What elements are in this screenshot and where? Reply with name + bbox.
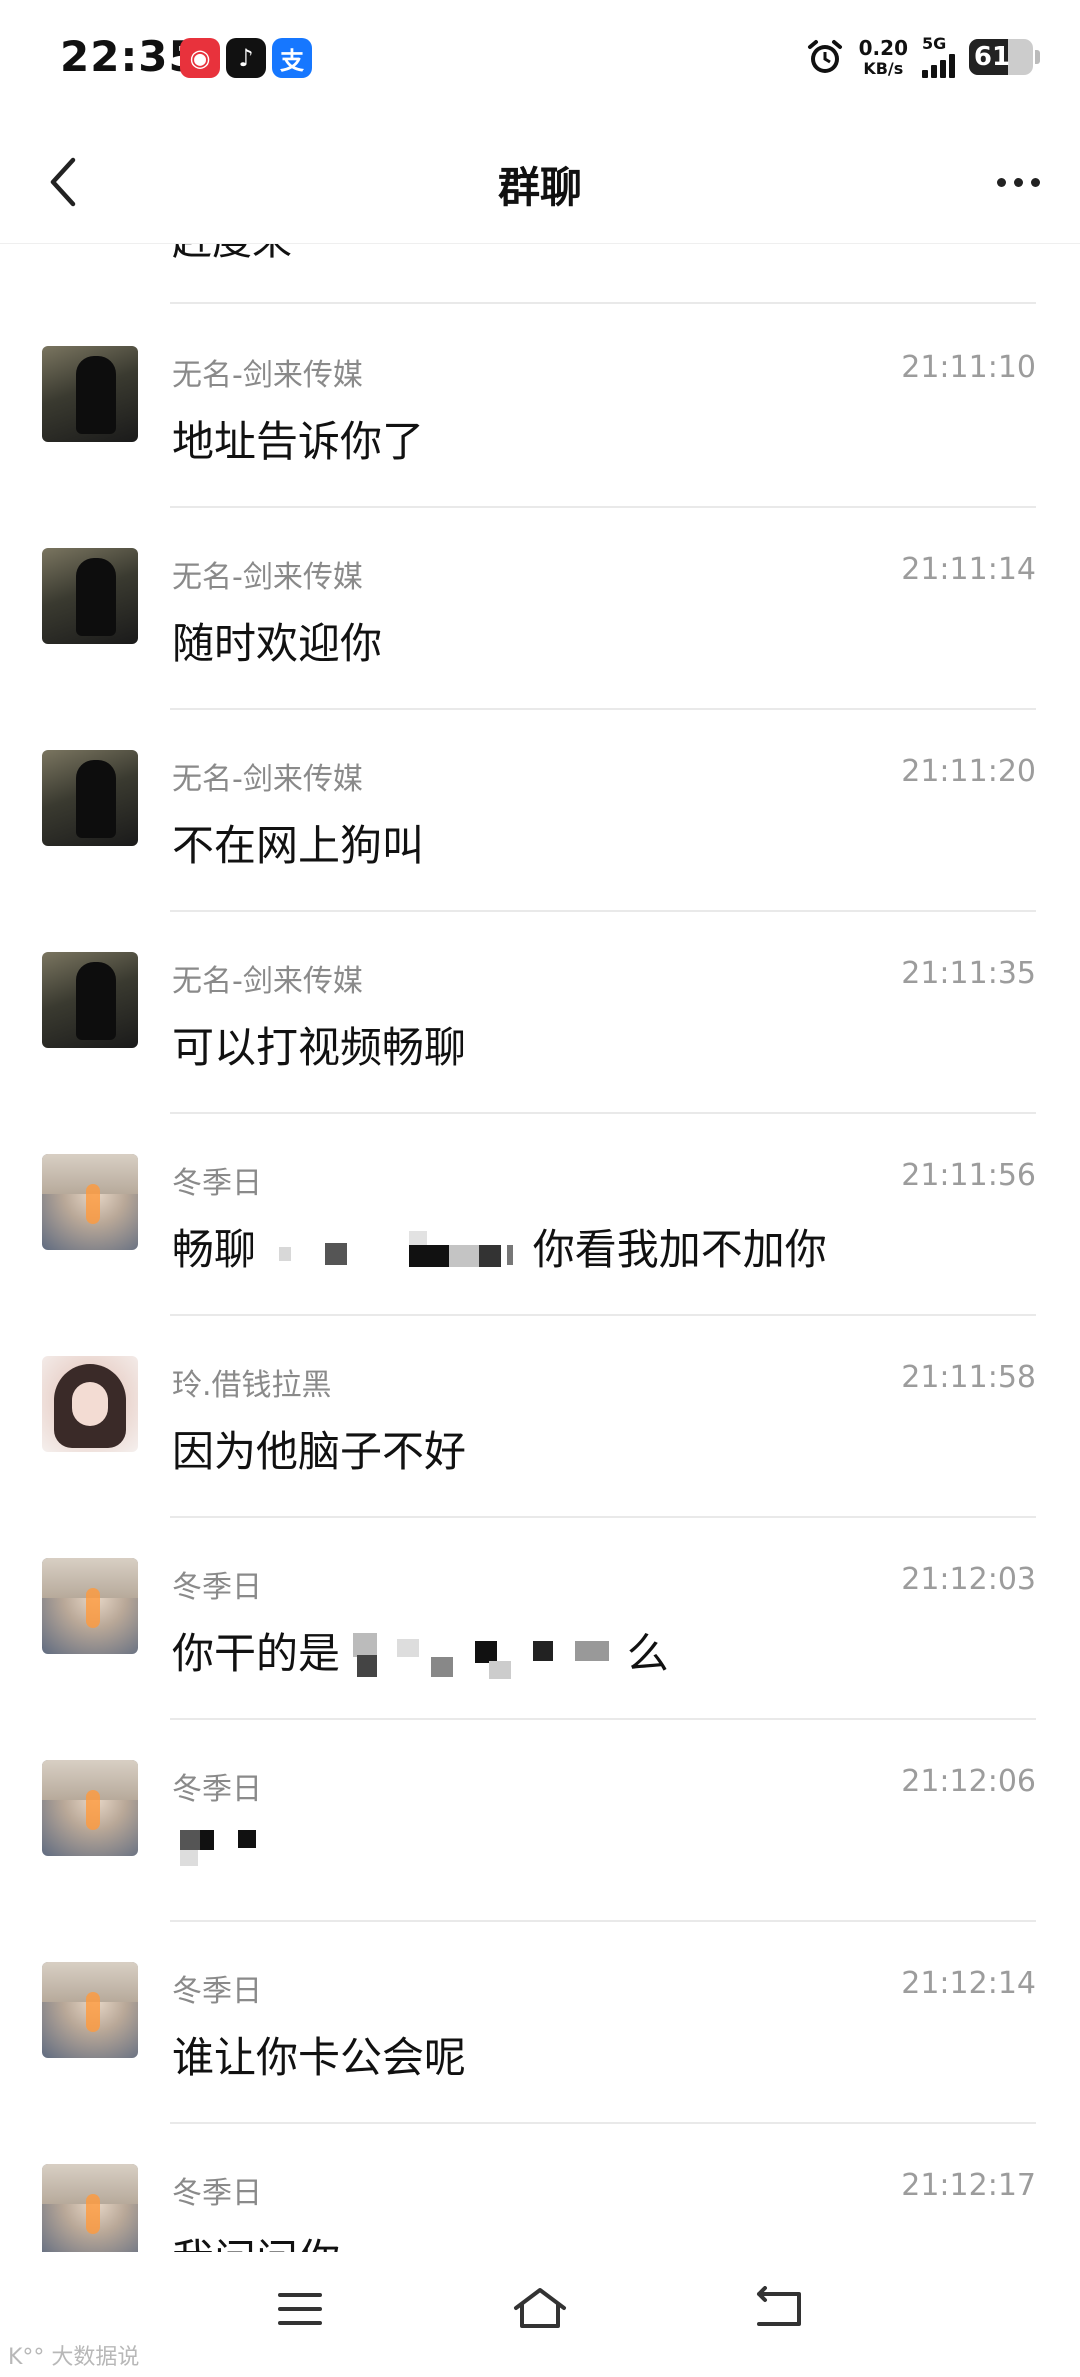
message-text: 因为他脑子不好 (172, 1427, 467, 1476)
home-button[interactable] (500, 2274, 580, 2344)
avatar[interactable] (42, 1356, 138, 1452)
message-text: 我问问你 (172, 2226, 340, 2252)
more-dot (1013, 177, 1023, 187)
title-bar: 群聊 (0, 120, 1080, 244)
message-text: 不在网上狗叫 (172, 821, 425, 870)
message-time: 21:11:14 (901, 552, 1036, 587)
tiktok-icon: ♪ (226, 38, 266, 78)
message-item[interactable]: 无名-剑来传媒 21:11:35 可以打视频畅聊 (0, 910, 1080, 1112)
alipay-icon: 支 (272, 38, 312, 78)
message-time: 21:11:35 (901, 956, 1036, 991)
message-item[interactable]: 冬季日 21:12:03 你干的是 么 (0, 1516, 1080, 1718)
message-time: 21:11:58 (901, 1360, 1036, 1395)
avatar[interactable] (42, 548, 138, 644)
avatar[interactable] (42, 1760, 138, 1856)
net-speed-unit: KB/s (863, 58, 904, 78)
sender-name: 无名-剑来传媒 (172, 762, 363, 797)
avatar[interactable] (42, 1962, 138, 2058)
battery-level: 61 (973, 42, 1011, 72)
message-text (172, 1822, 262, 1882)
message-item[interactable]: 冬季日 21:12:14 谁让你卡公会呢 (0, 1920, 1080, 2122)
sender-name: 冬季日 (172, 2176, 262, 2211)
message-item[interactable]: 冬季日 21:12:17 我问问你 (0, 2122, 1080, 2252)
message-time: 21:12:17 (901, 2168, 1036, 2203)
message-text: 畅聊 你看我加不加你 (172, 1216, 827, 1277)
battery-tip (1035, 50, 1040, 64)
message-text-start: 你干的是 (172, 1629, 341, 1678)
message-time: 21:12:14 (901, 1966, 1036, 2001)
message-item[interactable]: 冬季日 21:12:06 (0, 1718, 1080, 1920)
watermark: K°° 大数据说 (8, 2345, 140, 2370)
message-item[interactable]: 无名-剑来传媒 21:11:10 地址告诉你了 (0, 304, 1080, 506)
message-item[interactable]: 无名-剑来传媒 21:11:20 不在网上狗叫 (0, 708, 1080, 910)
message-text-start: 畅聊 (172, 1225, 257, 1274)
network-type: 5G (922, 34, 947, 53)
avatar[interactable] (42, 952, 138, 1048)
sender-name: 冬季日 (172, 1570, 262, 1605)
net-speed: 0.20 KB/s (859, 38, 908, 77)
more-button[interactable] (986, 150, 1050, 214)
message-text-end: 么 (626, 1629, 669, 1678)
partial-message-text: 赶度来 (172, 244, 292, 266)
sender-name: 无名-剑来传媒 (172, 358, 363, 393)
avatar[interactable] (42, 750, 138, 846)
message-item[interactable]: 玲.借钱拉黑 21:11:58 因为他脑子不好 (0, 1314, 1080, 1516)
more-dot (996, 177, 1006, 187)
redacted-text (269, 1230, 519, 1275)
avatar[interactable] (42, 1154, 138, 1250)
message-text: 可以打视频畅聊 (172, 1023, 467, 1072)
redacted-text (353, 1627, 613, 1687)
sender-name: 无名-剑来传媒 (172, 560, 363, 595)
sender-name: 玲.借钱拉黑 (172, 1368, 332, 1403)
signal-icon: 5G (922, 36, 955, 78)
battery-icon: 61 (969, 39, 1033, 75)
message-item[interactable]: 冬季日 21:11:56 畅聊 你看我加不加你 (0, 1112, 1080, 1314)
message-text: 你干的是 么 (172, 1620, 669, 1687)
message-item[interactable]: 无名-剑来传媒 21:11:14 随时欢迎你 (0, 506, 1080, 708)
navigation-bar: K°° 大数据说 (0, 2252, 1080, 2377)
avatar[interactable] (42, 346, 138, 442)
message-time: 21:11:10 (901, 350, 1036, 385)
avatar[interactable] (42, 2164, 138, 2252)
menu-icon (278, 2293, 322, 2325)
message-time: 21:11:56 (901, 1158, 1036, 1193)
message-time: 21:12:06 (901, 1764, 1036, 1799)
back-icon (757, 2286, 801, 2326)
alarm-icon (807, 40, 842, 73)
message-text: 谁让你卡公会呢 (172, 2033, 467, 2082)
sender-name: 无名-剑来传媒 (172, 964, 363, 999)
menu-button[interactable] (260, 2274, 340, 2344)
status-time: 22:35 (60, 32, 199, 81)
message-time: 21:11:20 (901, 754, 1036, 789)
net-speed-value: 0.20 (858, 35, 908, 60)
status-bar: 22:35 ◉ ♪ 支 0.20 KB/s 5G 61 (0, 0, 1080, 120)
message-time: 21:12:03 (901, 1562, 1036, 1597)
back-nav-button[interactable] (740, 2274, 820, 2344)
netease-music-icon: ◉ (180, 38, 220, 78)
message-text-end: 你看我加不加你 (532, 1225, 827, 1274)
redacted-text (172, 1822, 262, 1882)
page-title: 群聊 (497, 163, 582, 212)
more-dot (1030, 177, 1040, 187)
message-list[interactable]: 赶度来 无名-剑来传媒 21:11:10 地址告诉你了 无名-剑来传媒 21:1… (0, 244, 1080, 2252)
message-text: 随时欢迎你 (172, 619, 383, 668)
home-icon (514, 2288, 566, 2328)
avatar[interactable] (42, 1558, 138, 1654)
message-text: 地址告诉你了 (172, 417, 425, 466)
sender-name: 冬季日 (172, 1166, 262, 1201)
sender-name: 冬季日 (172, 1974, 262, 2009)
sender-name: 冬季日 (172, 1772, 262, 1807)
